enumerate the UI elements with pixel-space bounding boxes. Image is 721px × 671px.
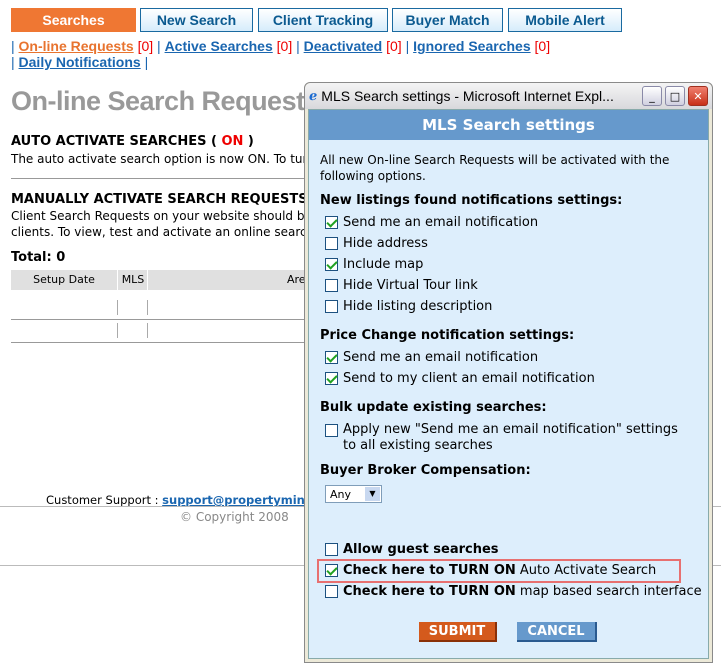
column-mls: MLS: [121, 273, 145, 286]
section-bulk-update: Bulk update existing searches:: [320, 400, 547, 415]
count: [0]: [386, 38, 402, 54]
popup-header: MLS Search settings: [309, 110, 708, 140]
checkbox[interactable]: [325, 237, 338, 250]
option-checkbox[interactable]: Include map: [325, 257, 423, 272]
count: [0]: [137, 38, 154, 54]
tab-buyer-match[interactable]: Buyer Match: [392, 8, 503, 32]
option-label: Hide address: [343, 236, 428, 251]
popup-body: MLS Search settings All new On-line Sear…: [308, 109, 709, 659]
total-count: Total: 0: [11, 250, 66, 265]
auto-activate-text: The auto activate search option is now O…: [11, 152, 315, 166]
copyright: © Copyright 2008: [180, 510, 289, 524]
option-checkbox[interactable]: Send me an email notification: [325, 350, 538, 365]
checkbox[interactable]: [325, 585, 338, 598]
auto-status: ON: [221, 134, 244, 149]
section-compensation: Buyer Broker Compensation:: [320, 463, 531, 478]
table-row: [11, 342, 311, 343]
option-label: Hide Virtual Tour link: [343, 278, 478, 293]
bulk-update-checkbox[interactable]: Apply new "Send me an email notification…: [325, 422, 678, 454]
tab-new-search[interactable]: New Search: [140, 8, 253, 32]
manual-text: Client Search Requests on your website s…: [11, 209, 312, 223]
tab-searches[interactable]: Searches: [11, 8, 136, 32]
intro-text: All new On-line Search Requests will be …: [320, 153, 670, 183]
cancel-button[interactable]: CANCEL: [517, 622, 597, 642]
column-area: Are: [287, 273, 306, 286]
option-checkbox[interactable]: Send me an email notification: [325, 215, 538, 230]
column-setup-date: Setup Date: [33, 273, 95, 286]
option-label: Include map: [343, 257, 424, 272]
manual-heading: MANUALLY ACTIVATE SEARCH REQUESTS: [11, 192, 308, 207]
table-row: [11, 319, 311, 320]
checkbox[interactable]: [325, 564, 338, 577]
link-ignored-searches[interactable]: Ignored Searches: [413, 38, 531, 54]
option-checkbox[interactable]: Hide address: [325, 236, 428, 251]
close-icon[interactable]: ✕: [688, 86, 708, 106]
tab-client-tracking[interactable]: Client Tracking: [258, 8, 388, 32]
count: [0]: [534, 38, 551, 54]
checkbox[interactable]: [325, 351, 338, 364]
compensation-select[interactable]: Any ▼: [325, 485, 382, 503]
customer-support: Customer Support : support@propertymin: [46, 493, 305, 507]
link-deactivated[interactable]: Deactivated: [304, 38, 383, 54]
auto-activate-checkbox[interactable]: Check here to TURN ON Auto Activate Sear…: [325, 563, 656, 578]
guest-search-checkbox[interactable]: Allow guest searches: [325, 542, 499, 557]
support-email-link[interactable]: support@propertymin: [162, 493, 305, 507]
section-new-listings: New listings found notifications setting…: [320, 193, 623, 208]
option-label: Send to my client an email notification: [343, 371, 595, 386]
option-label: Hide listing description: [343, 299, 493, 314]
option-checkbox[interactable]: Send to my client an email notification: [325, 371, 595, 386]
sub-nav: | On-line Requests [0] | Active Searches…: [11, 38, 551, 70]
section-price-change: Price Change notification settings:: [320, 328, 575, 343]
window-title: MLS Search settings - Microsoft Internet…: [321, 88, 614, 104]
count: [0]: [276, 38, 293, 54]
link-active-searches[interactable]: Active Searches: [165, 38, 273, 54]
checkbox[interactable]: [325, 300, 338, 313]
checkbox[interactable]: [325, 424, 338, 437]
option-label: Send me an email notification: [343, 215, 539, 230]
checkbox[interactable]: [325, 216, 338, 229]
submit-button[interactable]: SUBMIT: [419, 622, 497, 642]
tab-mobile-alert[interactable]: Mobile Alert: [508, 8, 622, 32]
page-title: On-line Search Requests: [11, 86, 320, 116]
link-online-requests[interactable]: On-line Requests: [19, 38, 134, 54]
checkbox[interactable]: [325, 372, 338, 385]
auto-activate-heading: AUTO ACTIVATE SEARCHES ( ON ): [11, 134, 254, 149]
ie-icon: ℯ: [309, 88, 318, 104]
checkbox[interactable]: [325, 258, 338, 271]
divider: [11, 178, 311, 179]
manual-text: clients. To view, test and activate an o…: [11, 225, 315, 239]
table-header: Setup Date MLS Are: [11, 270, 311, 290]
option-checkbox[interactable]: Hide Virtual Tour link: [325, 278, 478, 293]
option-label: Send me an email notification: [343, 350, 539, 365]
link-daily-notifications[interactable]: Daily Notifications: [19, 54, 141, 70]
popup-window: ℯ MLS Search settings - Microsoft Intern…: [304, 82, 713, 663]
map-search-checkbox[interactable]: Check here to TURN ON map based search i…: [325, 584, 702, 599]
chevron-down-icon: ▼: [365, 487, 380, 501]
checkbox[interactable]: [325, 543, 338, 556]
option-checkbox[interactable]: Hide listing description: [325, 299, 492, 314]
maximize-icon[interactable]: □: [665, 86, 685, 106]
minimize-icon[interactable]: _: [642, 86, 662, 106]
checkbox[interactable]: [325, 279, 338, 292]
